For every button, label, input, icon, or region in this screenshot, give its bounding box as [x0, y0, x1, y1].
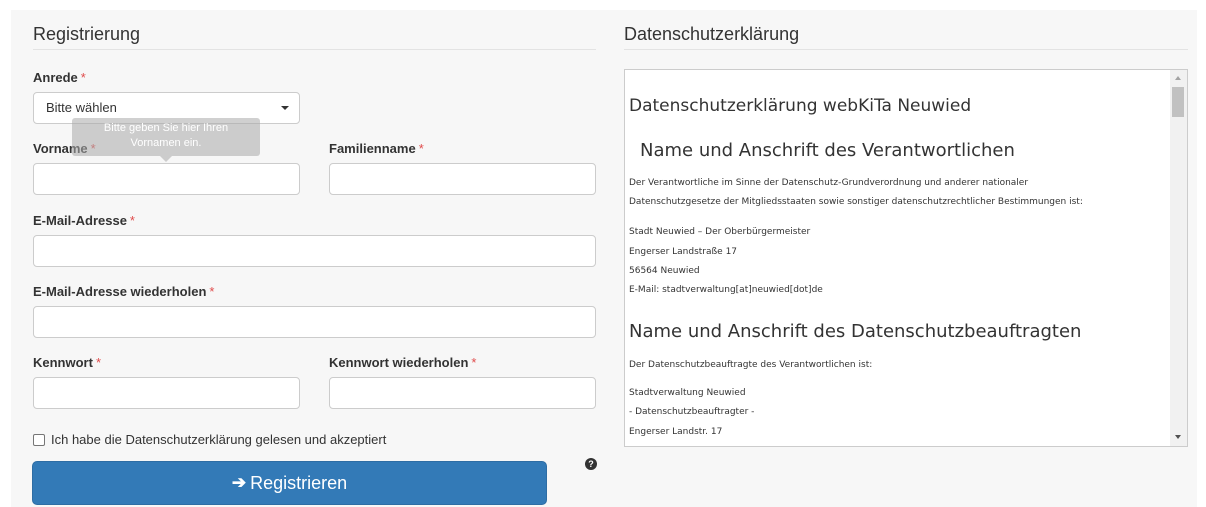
first-name-input[interactable]: [33, 163, 300, 195]
required-mark: *: [80, 70, 86, 85]
required-mark: *: [418, 141, 424, 156]
required-mark: *: [95, 355, 102, 370]
email-label: E-Mail-Adresse *: [33, 213, 135, 228]
question-circle-icon[interactable]: ?: [585, 458, 597, 470]
privacy-section1-heading: Name und Anschrift des Verantwortlichen: [640, 140, 1015, 161]
required-mark: *: [129, 213, 135, 228]
privacy-text-line: Der Datenschutzbeauftragte des Verantwor…: [629, 360, 873, 370]
privacy-text-line: Datenschutzgesetze der Mitgliedsstaaten …: [629, 197, 1083, 207]
scrollbar-thumb[interactable]: [1172, 87, 1184, 117]
sign-in-icon: ➔: [231, 473, 247, 492]
privacy-doc-title: Datenschutzerklärung webKiTa Neuwied: [629, 96, 972, 116]
last-name-input[interactable]: [329, 163, 596, 195]
register-button-label: Registrieren: [250, 472, 348, 493]
privacy-consent-label[interactable]: Ich habe die Datenschutzerklärung gelese…: [51, 432, 386, 447]
privacy-text-line: 56564 Neuwied: [629, 266, 700, 276]
privacy-title: Datenschutzerklärung: [624, 24, 800, 44]
privacy-text-line: Engerser Landstr. 17: [629, 427, 723, 437]
privacy-scrollbar[interactable]: [1170, 70, 1187, 446]
chevron-down-icon: [281, 106, 289, 110]
first-name-tooltip: Bitte geben Sie hier Ihren Vornamen ein.: [72, 118, 260, 162]
salutation-value: Bitte wählen: [46, 100, 117, 115]
privacy-text-line: Stadt Neuwied – Der Oberbürgermeister: [629, 227, 811, 237]
privacy-text-line: Stadtverwaltung Neuwied: [629, 388, 746, 398]
privacy-divider: [624, 49, 1188, 50]
required-mark: *: [471, 355, 477, 370]
privacy-text-line: Der Verantwortliche im Sinne der Datensc…: [629, 178, 1029, 188]
privacy-text-line: Engerser Landstraße 17: [629, 247, 738, 257]
registration-divider: [33, 49, 596, 50]
scroll-down-arrow-icon[interactable]: [1175, 435, 1181, 439]
last-name-label: Familienname *: [329, 141, 424, 156]
email-input[interactable]: [33, 235, 596, 267]
privacy-consent-row: Ich habe die Datenschutzerklärung gelese…: [33, 432, 386, 447]
password-input[interactable]: [33, 377, 300, 409]
privacy-section2-heading: Name und Anschrift des Datenschutzbeauft…: [629, 321, 1082, 342]
registration-title: Registrierung: [33, 24, 141, 44]
privacy-policy-box[interactable]: Datenschutzerklärung webKiTa Neuwied Nam…: [624, 69, 1188, 447]
salutation-label: Anrede *: [33, 70, 86, 85]
tooltip-arrow: [160, 156, 172, 162]
password-repeat-label: Kennwort wiederholen *: [329, 355, 477, 370]
scroll-up-arrow-icon[interactable]: [1175, 76, 1181, 80]
email-repeat-label: E-Mail-Adresse wiederholen *: [33, 284, 215, 299]
register-button[interactable]: ➔ Registrieren: [32, 461, 547, 505]
email-repeat-input[interactable]: [33, 306, 596, 338]
privacy-consent-checkbox[interactable]: [33, 433, 45, 446]
privacy-text-line: E-Mail: stadtverwaltung[at]neuwied[dot]d…: [629, 285, 823, 295]
privacy-text-line: - Datenschutzbeauftragter -: [629, 407, 755, 417]
password-label: Kennwort *: [33, 355, 102, 370]
required-mark: *: [209, 284, 215, 299]
password-repeat-input[interactable]: [329, 377, 596, 409]
